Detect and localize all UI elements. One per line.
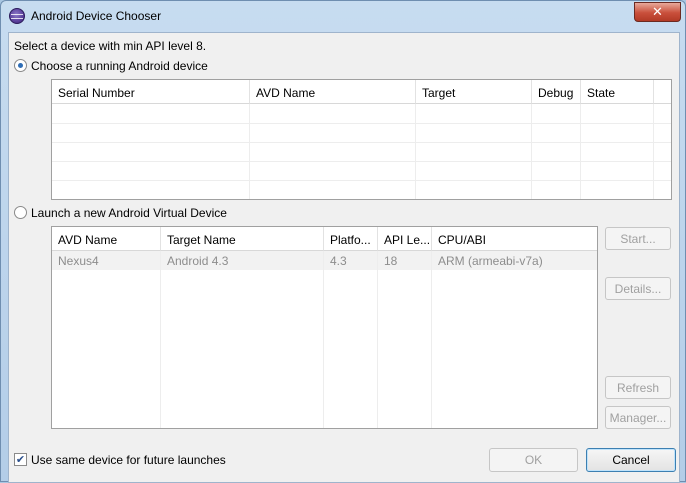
column-header-target-name[interactable]: Target Name: [161, 227, 324, 251]
column-header-filler: [654, 80, 671, 104]
eclipse-app-icon: [9, 8, 25, 24]
grid-line: [531, 104, 532, 199]
grid-line: [52, 161, 671, 162]
running-device-radio[interactable]: [14, 59, 27, 72]
platform-cell: 4.3: [330, 254, 347, 268]
cancel-button[interactable]: Cancel: [586, 448, 676, 472]
avd-name-cell: Nexus4: [58, 254, 99, 268]
target-name-cell: Android 4.3: [167, 254, 229, 268]
window-title: Android Device Chooser: [31, 9, 162, 23]
grid-line: [323, 251, 324, 428]
column-header-api-level[interactable]: API Le...: [378, 227, 432, 251]
grid-line: [52, 142, 671, 143]
dialog-client-area: Select a device with min API level 8. Ch…: [8, 32, 680, 483]
close-icon: ✕: [652, 4, 663, 20]
refresh-button[interactable]: Refresh: [605, 376, 671, 399]
min-api-instruction: Select a device with min API level 8.: [14, 39, 207, 53]
table-row[interactable]: Nexus4 Android 4.3 4.3 18 ARM (armeabi-v…: [52, 251, 597, 270]
cpu-abi-cell: ARM (armeabi-v7a): [438, 254, 543, 268]
column-header-platform[interactable]: Platfo...: [324, 227, 378, 251]
column-header-state[interactable]: State: [581, 80, 654, 104]
column-header-target[interactable]: Target: [416, 80, 532, 104]
manager-button[interactable]: Manager...: [605, 406, 671, 429]
avd-table[interactable]: AVD Name Target Name Platfo... API Le...…: [51, 226, 598, 429]
start-button[interactable]: Start...: [605, 227, 671, 250]
grid-line: [653, 104, 654, 199]
close-button[interactable]: ✕: [634, 2, 681, 22]
grid-line: [580, 104, 581, 199]
details-button[interactable]: Details...: [605, 277, 671, 300]
grid-line: [52, 123, 671, 124]
launch-avd-label[interactable]: Launch a new Android Virtual Device: [31, 206, 227, 220]
ok-button[interactable]: OK: [489, 448, 578, 472]
grid-line: [52, 180, 671, 181]
use-same-device-label[interactable]: Use same device for future launches: [31, 453, 226, 467]
running-devices-table[interactable]: Serial Number AVD Name Target Debug Stat…: [51, 79, 672, 200]
grid-line: [249, 104, 250, 199]
title-bar[interactable]: Android Device Chooser ✕: [1, 1, 685, 31]
grid-line: [377, 251, 378, 428]
column-header-avd-name[interactable]: AVD Name: [52, 227, 161, 251]
column-header-serial[interactable]: Serial Number: [52, 80, 250, 104]
grid-line: [160, 251, 161, 428]
column-header-debug[interactable]: Debug: [532, 80, 581, 104]
checkmark-icon: ✔: [15, 453, 26, 466]
column-header-cpu-abi[interactable]: CPU/ABI: [432, 227, 597, 251]
grid-line: [431, 251, 432, 428]
running-device-label[interactable]: Choose a running Android device: [31, 59, 208, 73]
use-same-device-checkbox[interactable]: ✔: [14, 453, 27, 466]
api-level-cell: 18: [384, 254, 398, 268]
grid-line: [415, 104, 416, 199]
device-chooser-window: Android Device Chooser ✕ Select a device…: [0, 0, 686, 483]
launch-avd-radio[interactable]: [14, 206, 27, 219]
column-header-avd-name[interactable]: AVD Name: [250, 80, 416, 104]
